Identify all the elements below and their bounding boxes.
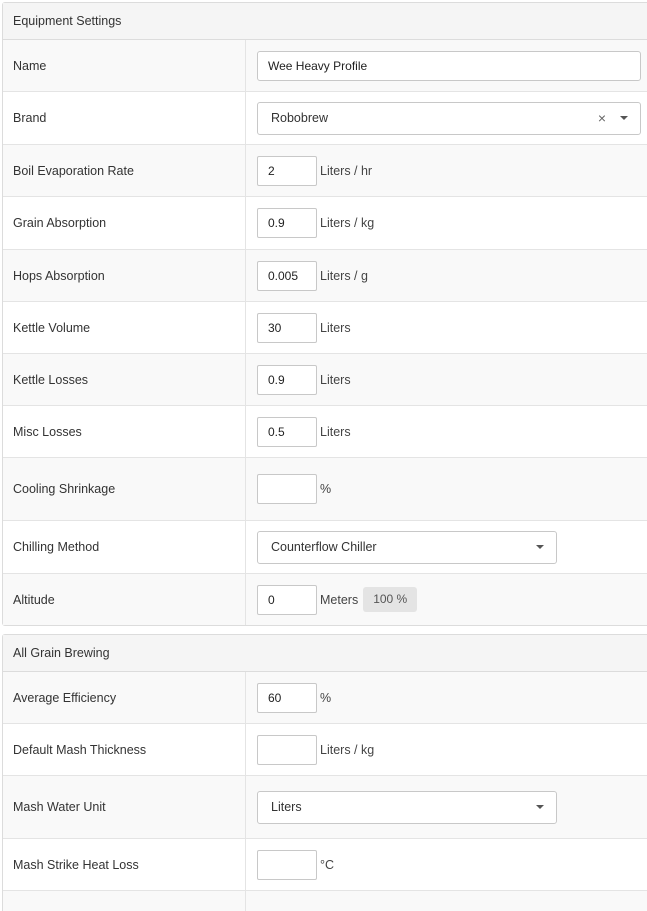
all-grain-panel: All Grain Brewing Average Efficiency % D…: [2, 634, 647, 911]
hops-absorption-input[interactable]: [257, 260, 317, 291]
altitude-percent-badge: 100 %: [363, 587, 418, 612]
average-efficiency-input[interactable]: [257, 682, 317, 713]
all-grain-header: All Grain Brewing: [3, 635, 647, 672]
misc-losses-row: Misc Losses Liters: [3, 406, 647, 458]
name-input[interactable]: [257, 50, 641, 81]
grain-absorption-unit: Liters / kg: [320, 216, 375, 230]
brand-select-value: Robobrew: [271, 111, 328, 125]
brand-label: Brand: [3, 92, 246, 144]
average-efficiency-unit: %: [320, 690, 332, 705]
mash-strike-heat-loss-label: Mash Strike Heat Loss: [3, 839, 246, 890]
misc-losses-input[interactable]: [257, 416, 317, 447]
hops-absorption-unit: Liters / g: [320, 268, 368, 283]
cooling-shrinkage-unit: %: [320, 482, 332, 496]
boil-evaporation-input[interactable]: [257, 155, 317, 186]
mash-thickness-unit: Liters / kg: [320, 742, 375, 757]
cooling-shrinkage-input[interactable]: [257, 474, 317, 504]
chilling-method-select[interactable]: Counterflow Chiller: [257, 530, 557, 564]
mash-thickness-label: Default Mash Thickness: [3, 724, 246, 775]
cooling-shrinkage-row: Cooling Shrinkage %: [3, 458, 647, 521]
mash-water-unit-value: Liters: [271, 800, 302, 814]
cooling-shrinkage-label: Cooling Shrinkage: [3, 458, 246, 520]
name-label: Name: [3, 40, 246, 91]
name-row: Name: [3, 40, 647, 92]
brand-select[interactable]: Robobrew ×: [257, 101, 641, 135]
kettle-volume-label: Kettle Volume: [3, 302, 246, 353]
hops-absorption-label: Hops Absorption: [3, 250, 246, 301]
boil-evaporation-label: Boil Evaporation Rate: [3, 145, 246, 196]
kettle-volume-unit: Liters: [320, 320, 351, 335]
kettle-losses-unit: Liters: [320, 372, 351, 387]
next-row-partial: [3, 891, 647, 911]
misc-losses-unit: Liters: [320, 424, 351, 439]
equipment-settings-panel: Equipment Settings Name Brand Robobrew ×…: [2, 2, 647, 626]
altitude-label: Altitude: [3, 574, 246, 625]
equipment-settings-header: Equipment Settings: [3, 3, 647, 40]
kettle-volume-row: Kettle Volume Liters: [3, 302, 647, 354]
kettle-volume-input[interactable]: [257, 312, 317, 343]
chevron-down-icon[interactable]: [536, 545, 544, 549]
kettle-losses-row: Kettle Losses Liters: [3, 354, 647, 406]
mash-strike-heat-loss-row: Mash Strike Heat Loss °C: [3, 839, 647, 891]
grain-absorption-input[interactable]: [257, 208, 317, 238]
altitude-row: Altitude Meters 100 %: [3, 574, 647, 625]
altitude-unit: Meters: [320, 592, 359, 607]
grain-absorption-row: Grain Absorption Liters / kg: [3, 197, 647, 250]
average-efficiency-row: Average Efficiency %: [3, 672, 647, 724]
mash-water-unit-label: Mash Water Unit: [3, 776, 246, 838]
mash-water-unit-row: Mash Water Unit Liters: [3, 776, 647, 839]
misc-losses-label: Misc Losses: [3, 406, 246, 457]
mash-thickness-input[interactable]: [257, 734, 317, 765]
chilling-method-label: Chilling Method: [3, 521, 246, 573]
mash-thickness-row: Default Mash Thickness Liters / kg: [3, 724, 647, 776]
mash-strike-heat-loss-input[interactable]: [257, 849, 317, 880]
average-efficiency-label: Average Efficiency: [3, 672, 246, 723]
boil-evaporation-unit: Liters / hr: [320, 163, 373, 178]
chevron-down-icon[interactable]: [620, 116, 628, 120]
kettle-losses-input[interactable]: [257, 364, 317, 395]
boil-evaporation-row: Boil Evaporation Rate Liters / hr: [3, 145, 647, 197]
altitude-input[interactable]: [257, 584, 317, 615]
chilling-method-row: Chilling Method Counterflow Chiller: [3, 521, 647, 574]
hops-absorption-row: Hops Absorption Liters / g: [3, 250, 647, 302]
mash-strike-heat-loss-unit: °C: [320, 857, 335, 872]
chilling-method-value: Counterflow Chiller: [271, 540, 377, 554]
close-icon[interactable]: ×: [598, 111, 606, 125]
grain-absorption-label: Grain Absorption: [3, 197, 246, 249]
chevron-down-icon[interactable]: [536, 805, 544, 809]
mash-water-unit-select[interactable]: Liters: [257, 790, 557, 824]
kettle-losses-label: Kettle Losses: [3, 354, 246, 405]
brand-row: Brand Robobrew ×: [3, 92, 647, 145]
